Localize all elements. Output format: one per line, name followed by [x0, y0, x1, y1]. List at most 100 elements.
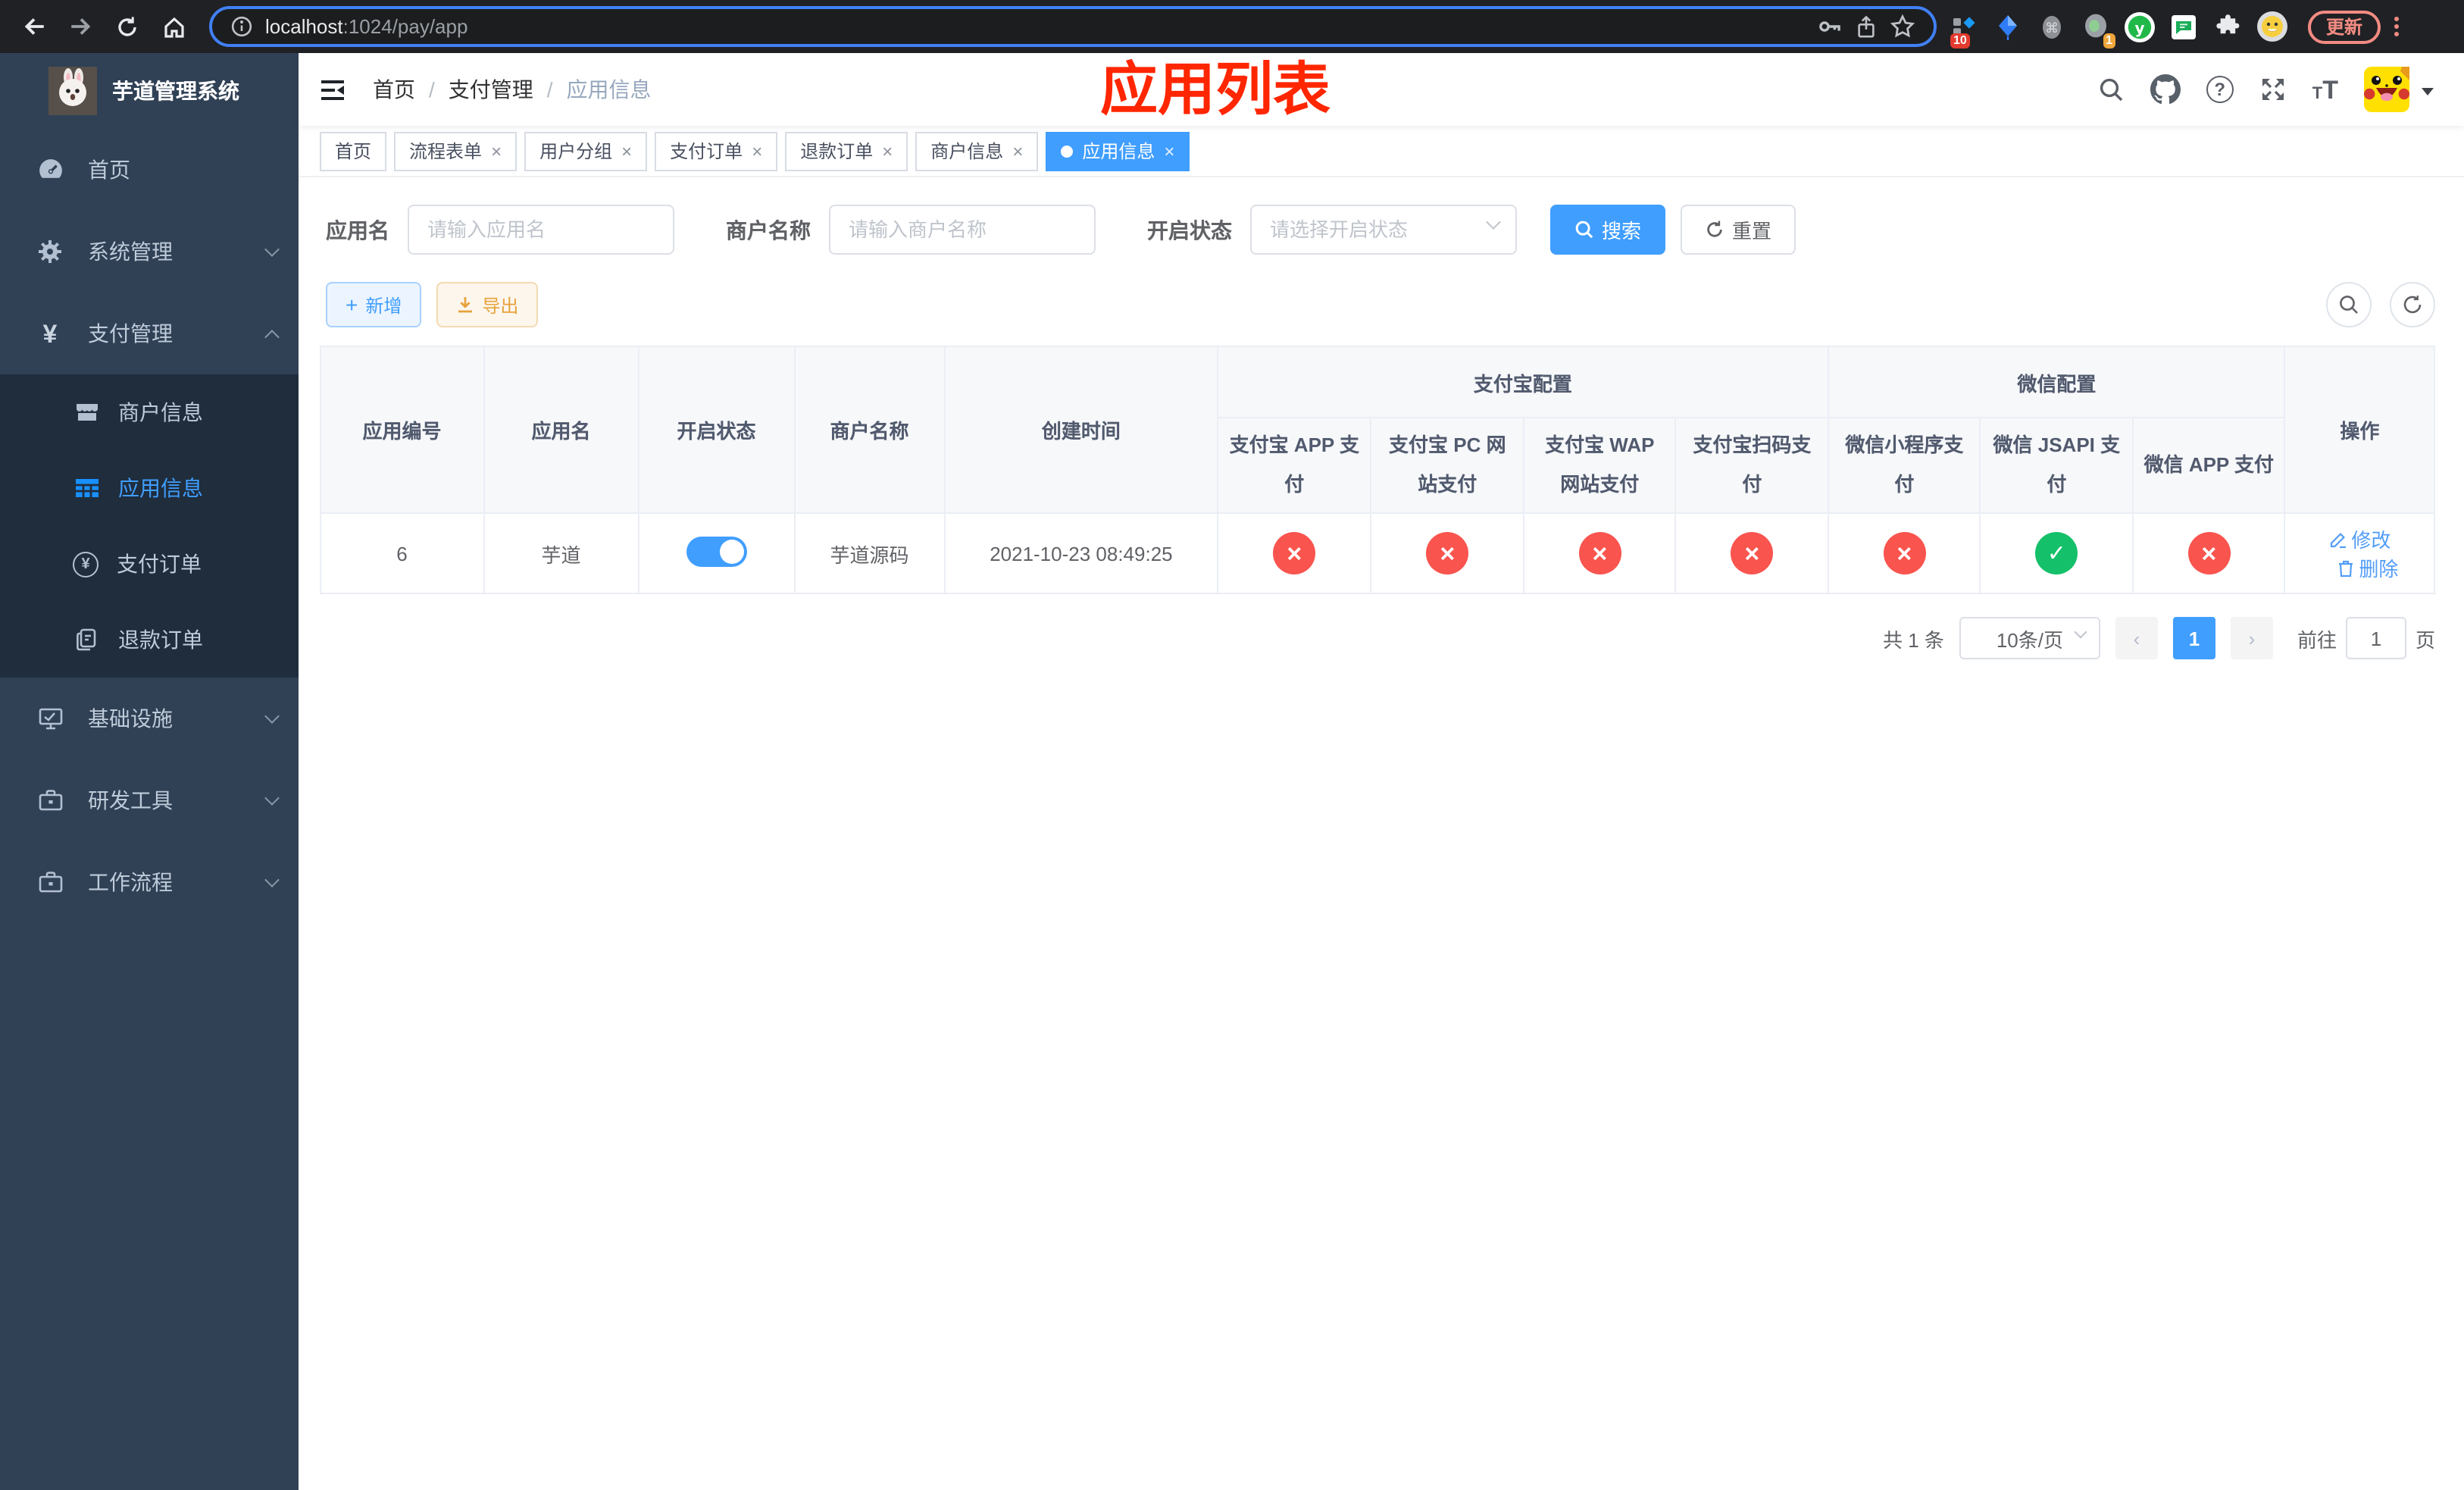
edit-link[interactable]: 修改 — [2328, 524, 2391, 553]
col-alipay-app: 支付宝 APP 支付 — [1216, 417, 1372, 514]
alipay-pc-status-icon — [1426, 532, 1469, 574]
monitor-chart-icon — [36, 706, 64, 731]
password-key-icon[interactable] — [1817, 14, 1843, 39]
top-navbar: 首页 / 支付管理 / 应用信息 ? T T — [299, 53, 2464, 126]
sidebar-item-home[interactable]: 首页 — [0, 129, 299, 211]
sidebar-item-pay-order[interactable]: ¥ 支付订单 — [0, 526, 299, 602]
browser-update-button[interactable]: 更新 — [2308, 10, 2381, 43]
extension-badge: 1 — [2103, 33, 2115, 48]
refresh-button[interactable] — [2390, 282, 2435, 327]
group-wechat-config: 微信配置 — [1827, 346, 2286, 418]
close-tab-icon[interactable] — [1012, 142, 1023, 160]
bookmark-star-icon[interactable] — [1890, 14, 1915, 39]
next-page-button[interactable]: › — [2230, 617, 2273, 659]
browser-back-icon[interactable] — [15, 8, 52, 45]
extension-recorder-icon[interactable]: 1 — [2079, 10, 2115, 48]
github-icon[interactable] — [2150, 74, 2181, 105]
status-select-input[interactable] — [1250, 205, 1517, 255]
tab-merchant-info[interactable]: 商户信息 — [915, 131, 1039, 171]
col-wx-app: 微信 APP 支付 — [2131, 417, 2286, 514]
browser-forward-icon[interactable] — [62, 8, 98, 45]
pagination-total: 共 1 条 — [1883, 628, 1944, 651]
sidebar-item-app-info[interactable]: 应用信息 — [0, 450, 299, 526]
close-tab-icon[interactable] — [752, 142, 762, 160]
share-icon[interactable] — [1855, 14, 1878, 39]
breadcrumb: 首页 / 支付管理 / 应用信息 — [373, 74, 652, 105]
sidebar-item-infra[interactable]: 基础设施 — [0, 678, 299, 759]
site-info-icon[interactable] — [230, 15, 253, 38]
extension-blocker-icon[interactable]: 10 — [1947, 10, 1981, 48]
user-menu[interactable] — [2364, 67, 2434, 112]
browser-home-icon[interactable] — [156, 8, 192, 45]
col-alipay-qr: 支付宝扫码支付 — [1674, 417, 1829, 514]
storefront-icon — [73, 400, 100, 424]
status-toggle[interactable] — [686, 536, 747, 566]
breadcrumb-home[interactable]: 首页 — [373, 74, 415, 105]
svg-text:y: y — [2134, 18, 2144, 36]
briefcase-icon — [36, 788, 64, 812]
extension-kite-icon[interactable] — [1991, 10, 2025, 43]
sidebar-item-label: 研发工具 — [88, 788, 173, 812]
sidebar-collapse-icon[interactable] — [320, 77, 349, 102]
sidebar: 芋道管理系统 首页 系统管理 ¥ 支付管理 商户信息 应用信息 ¥ 支付订单 退… — [0, 53, 299, 1490]
chevron-down-icon — [2422, 87, 2434, 95]
tab-user-group[interactable]: 用户分组 — [524, 131, 648, 171]
add-button[interactable]: + 新增 — [326, 282, 422, 327]
reset-button[interactable]: 重置 — [1681, 205, 1796, 255]
user-avatar[interactable] — [2364, 67, 2409, 112]
toggle-search-button[interactable] — [2326, 282, 2372, 327]
url-text: localhost:1024/pay/app — [265, 15, 468, 38]
sidebar-item-payment[interactable]: ¥ 支付管理 — [0, 293, 299, 374]
tab-refund-order[interactable]: 退款订单 — [785, 131, 908, 171]
wx-app-status-icon — [2187, 532, 2231, 574]
close-tab-icon[interactable] — [621, 142, 632, 160]
app-logo[interactable]: 芋道管理系统 — [0, 53, 299, 129]
extension-badge: 10 — [1950, 33, 1970, 48]
tab-pay-order[interactable]: 支付订单 — [655, 131, 778, 171]
delete-link[interactable]: 删除 — [2336, 553, 2398, 582]
browser-reload-icon[interactable] — [109, 8, 145, 45]
help-icon[interactable]: ? — [2206, 76, 2234, 103]
sidebar-item-refund-order[interactable]: 退款订单 — [0, 602, 299, 678]
status-select[interactable] — [1250, 205, 1517, 255]
font-size-icon[interactable]: TT — [2312, 77, 2338, 102]
tab-process-form[interactable]: 流程表单 — [394, 131, 518, 171]
page-1-button[interactable]: 1 — [2172, 617, 2215, 659]
page-annotation-title: 应用列表 — [1100, 59, 1331, 123]
goto-page-input[interactable] — [2345, 617, 2406, 659]
yen-icon: ¥ — [42, 319, 58, 348]
fullscreen-icon[interactable] — [2259, 76, 2287, 103]
sidebar-item-merchant[interactable]: 商户信息 — [0, 374, 299, 450]
prev-page-button[interactable]: ‹ — [2115, 617, 2158, 659]
table-toolbar: + 新增 导出 — [326, 282, 2435, 327]
close-tab-icon[interactable] — [1164, 142, 1174, 160]
browser-menu-icon[interactable] — [2394, 17, 2400, 36]
browser-toolbar: localhost:1024/pay/app 10 ⌘ 1 y 更新 — [0, 0, 2464, 53]
sidebar-item-workflow[interactable]: 工作流程 — [0, 841, 299, 923]
extension-shortcuts-icon[interactable]: ⌘ — [2035, 10, 2068, 43]
export-button[interactable]: 导出 — [436, 282, 539, 327]
tab-app-info-active[interactable]: 应用信息 — [1046, 131, 1190, 171]
sidebar-item-devtools[interactable]: 研发工具 — [0, 759, 299, 841]
sidebar-item-label: 应用信息 — [118, 476, 203, 500]
app-name-input[interactable] — [408, 205, 674, 255]
extensions-puzzle-icon[interactable] — [2211, 10, 2244, 43]
search-icon[interactable] — [2097, 76, 2125, 103]
extension-chat-icon[interactable] — [2167, 10, 2200, 43]
search-button[interactable]: 搜索 — [1550, 205, 1666, 255]
merchant-name-input[interactable] — [829, 205, 1096, 255]
briefcase-icon — [36, 870, 64, 894]
cell-create-time: 2021-10-23 08:49:25 — [944, 512, 1218, 594]
breadcrumb-payment[interactable]: 支付管理 — [449, 74, 533, 105]
sidebar-item-system[interactable]: 系统管理 — [0, 211, 299, 293]
sidebar-item-label: 首页 — [88, 158, 130, 182]
page-size-select[interactable]: 10条/页 — [1959, 617, 2100, 659]
col-alipay-pc: 支付宝 PC 网站支付 — [1370, 417, 1524, 514]
profile-avatar-icon[interactable] — [2255, 10, 2288, 43]
url-bar[interactable]: localhost:1024/pay/app — [209, 6, 1937, 47]
extension-yudao-icon[interactable]: y — [2123, 10, 2156, 43]
close-tab-icon[interactable] — [491, 142, 502, 160]
close-tab-icon[interactable] — [882, 142, 893, 160]
tab-home[interactable]: 首页 — [320, 131, 387, 171]
status-label: 开启状态 — [1147, 218, 1232, 242]
